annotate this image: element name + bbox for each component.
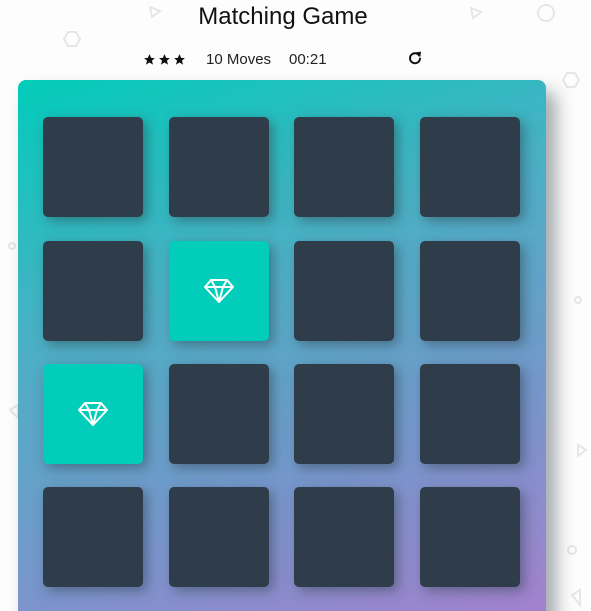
card[interactable] <box>43 487 143 587</box>
moves-counter: 10 Moves <box>206 51 272 68</box>
card[interactable] <box>420 241 520 341</box>
card[interactable] <box>43 117 143 217</box>
card[interactable] <box>169 487 269 587</box>
card[interactable] <box>169 117 269 217</box>
card-open[interactable] <box>43 364 143 464</box>
card[interactable] <box>294 487 394 587</box>
diamond-icon <box>204 279 234 303</box>
card[interactable] <box>294 117 394 217</box>
card[interactable] <box>420 487 520 587</box>
card[interactable] <box>294 364 394 464</box>
card[interactable] <box>294 241 394 341</box>
card-open[interactable] <box>169 241 269 341</box>
diamond-icon <box>78 402 108 426</box>
page-title: Matching Game <box>198 3 368 30</box>
restart-icon[interactable] <box>407 50 423 66</box>
card[interactable] <box>420 364 520 464</box>
star-rating <box>143 53 186 66</box>
game-page: Matching Game 10 Moves 00:21 <box>0 0 591 611</box>
star-icon <box>159 54 170 65</box>
star-icon <box>174 54 185 65</box>
timer: 00:21 <box>289 51 327 68</box>
card-deck <box>18 80 546 611</box>
card[interactable] <box>169 364 269 464</box>
star-icon <box>144 54 155 65</box>
card[interactable] <box>420 117 520 217</box>
card[interactable] <box>43 241 143 341</box>
